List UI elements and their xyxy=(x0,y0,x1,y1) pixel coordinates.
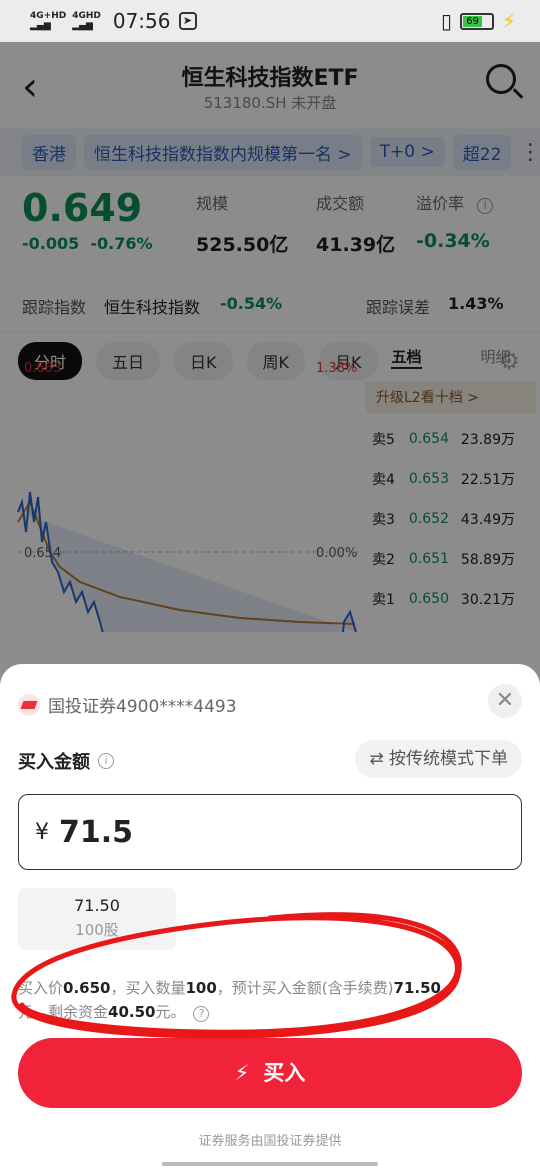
service-footer: 证券服务由国投证券提供 xyxy=(198,1134,342,1149)
home-indicator[interactable] xyxy=(162,1162,378,1166)
status-bar: 4G+HD ▂▄▆ 4GHD ▂▄▆ 07:56 ➤ ▯ 69 ⚡ xyxy=(0,0,540,42)
currency-symbol: ¥ xyxy=(35,819,49,845)
charging-icon: ⚡ xyxy=(501,9,516,33)
amount-label: 买入金额 i xyxy=(18,748,114,774)
telegram-icon: ➤ xyxy=(178,12,197,30)
info-icon[interactable]: i xyxy=(98,753,114,769)
network-indicator-2: 4GHD ▂▄▆ xyxy=(72,11,101,31)
amount-input[interactable]: ¥ 71.5 xyxy=(18,794,522,870)
quick-amount-option[interactable]: 71.50 100股 xyxy=(18,888,176,950)
traditional-mode-button[interactable]: ⇄ 按传统模式下单 xyxy=(355,740,522,778)
help-icon[interactable]: ? xyxy=(193,1006,210,1022)
broker-logo-icon xyxy=(18,693,40,716)
buy-button[interactable]: ⚡ 买入 xyxy=(18,1038,522,1108)
close-button[interactable]: ✕ xyxy=(488,684,522,718)
battery-icon: 69 xyxy=(459,12,494,30)
vibrate-icon: ▯ xyxy=(440,9,452,33)
network-indicator: 4G+HD ▂▄▆ xyxy=(30,11,67,31)
lightning-icon: ⚡ xyxy=(234,1061,250,1085)
broker-account: 国投证券4900****4493 xyxy=(18,692,237,717)
close-icon: ✕ xyxy=(495,688,515,713)
amount-value: 71.5 xyxy=(59,814,134,850)
order-summary: 买入价0.650，买入数量100，预计买入金额(含手续费)71.50元，剩余资金… xyxy=(18,979,441,1022)
clock: 07:56 xyxy=(112,9,171,33)
buy-sheet: 国投证券4900****4493 ✕ 买入金额 i ⇄ 按传统模式下单 ¥ 71.… xyxy=(0,664,540,1170)
